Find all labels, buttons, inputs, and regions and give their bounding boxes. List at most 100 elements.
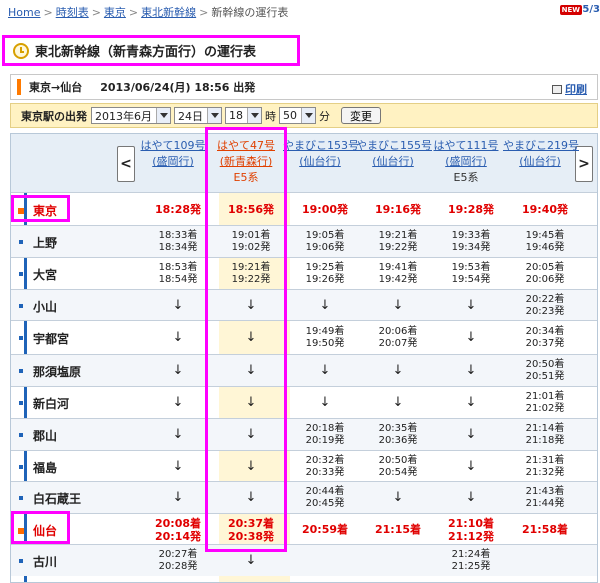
train-name[interactable]: はやて109号 bbox=[136, 138, 210, 154]
time-cell: ↓ bbox=[288, 299, 362, 312]
route-datetime: 2013/06/24(月) 18:56 出発 bbox=[100, 81, 256, 94]
time-cell: 19:49着 19:50発 bbox=[288, 326, 362, 350]
time-value: 19:42発 bbox=[378, 274, 418, 285]
page-indicator[interactable]: 5/3 bbox=[582, 4, 600, 15]
breadcrumb-tohoku-shinkansen[interactable]: 東北新幹線 bbox=[141, 6, 196, 19]
station-marker bbox=[19, 369, 23, 373]
train-header[interactable]: やまびこ219号 (仙台行) bbox=[503, 138, 579, 170]
hour-select[interactable]: 18 bbox=[225, 107, 262, 124]
time-value: ↓ bbox=[319, 395, 331, 410]
train-destination[interactable]: (盛岡行) bbox=[429, 154, 503, 170]
train-header[interactable]: やまびこ155号 (仙台行) bbox=[356, 138, 432, 170]
time-cell: 21:24着 21:25発 bbox=[434, 549, 508, 573]
time-cell: ↓ bbox=[434, 491, 508, 504]
time-cell: 20:44着 20:45発 bbox=[288, 486, 362, 510]
time-value: 19:34発 bbox=[451, 242, 491, 253]
breadcrumb-home[interactable]: Home bbox=[8, 6, 40, 19]
time-value: ↓ bbox=[465, 427, 477, 442]
time-cell: ↓ bbox=[361, 490, 435, 505]
station-name: 宇都宮 bbox=[33, 332, 70, 346]
time-value: 18:53着 bbox=[158, 262, 198, 273]
train-name[interactable]: はやて111号 bbox=[429, 138, 503, 154]
station-marker bbox=[19, 240, 23, 244]
time-cell: ↓ bbox=[214, 554, 288, 567]
time-value: 20:36発 bbox=[378, 435, 418, 446]
new-badge: NEW bbox=[559, 5, 582, 15]
prev-trains-button[interactable]: < bbox=[117, 146, 135, 182]
time-value: 20:06発 bbox=[525, 274, 565, 285]
train-name[interactable]: やまびこ219号 bbox=[503, 138, 579, 154]
time-cell: ↓ bbox=[141, 331, 215, 344]
minute-select[interactable]: 50 bbox=[279, 107, 316, 124]
time-cell: ↓ bbox=[434, 299, 508, 312]
time-cell: 19:05着 19:06発 bbox=[288, 230, 362, 254]
time-value: 20:27着 bbox=[158, 549, 198, 560]
time-cell: ↓ bbox=[434, 427, 508, 442]
breadcrumb-timetable[interactable]: 時刻表 bbox=[56, 6, 89, 19]
time-cell: 20:08着 20:14発 bbox=[141, 517, 215, 543]
time-cell: ↓ bbox=[141, 396, 215, 409]
chevron-down-icon bbox=[301, 108, 315, 123]
station-row: 白石蔵王 ↓ ↓ 20:44着 20:45発 ↓ ↓ 21:43着 21:44発 bbox=[11, 481, 597, 513]
train-header[interactable]: やまびこ153号 (仙台行) bbox=[283, 138, 359, 170]
train-name[interactable]: やまびこ155号 bbox=[356, 138, 432, 154]
time-value: 19:28発 bbox=[447, 203, 494, 216]
month-select[interactable]: 2013年6月 bbox=[91, 107, 171, 124]
time-value: 19:40発 bbox=[521, 203, 568, 216]
time-value: ↓ bbox=[465, 330, 477, 345]
time-value: 20:44着 bbox=[305, 486, 345, 497]
time-value: 20:34着 bbox=[525, 326, 565, 337]
print-link[interactable]: 印刷 bbox=[552, 81, 587, 97]
time-value: 19:16発 bbox=[374, 203, 421, 216]
time-cell: ↓ bbox=[288, 364, 362, 377]
station-row: 古川 20:27着 20:28発 ↓ 21:24着 21:25発 bbox=[11, 544, 597, 576]
time-cell: ↓ bbox=[434, 460, 508, 473]
train-destination[interactable]: (仙台行) bbox=[283, 154, 357, 170]
train-destination[interactable]: (盛岡行) bbox=[136, 154, 210, 170]
time-value: 20:06着 bbox=[378, 326, 418, 337]
time-cell: 21:15着 bbox=[361, 523, 435, 536]
highlight-box-train bbox=[205, 127, 287, 552]
highlight-box-origin bbox=[11, 195, 70, 222]
route-header: 東京→仙台 2013/06/24(月) 18:56 出発 印刷 bbox=[10, 74, 598, 100]
time-value: 21:24着 bbox=[451, 549, 491, 560]
day-select[interactable]: 24日 bbox=[174, 107, 222, 124]
breadcrumb-tokyo[interactable]: 東京 bbox=[104, 6, 126, 19]
station-marker bbox=[19, 272, 23, 276]
station-name: 白石蔵王 bbox=[33, 492, 82, 506]
change-button[interactable]: 変更 bbox=[341, 107, 381, 124]
time-value: 18:28発 bbox=[154, 203, 201, 216]
station-row: 上野 18:33着 18:34発 19:01着 19:02発 19:05着 19:06発 19… bbox=[11, 225, 597, 257]
time-value: 20:50着 bbox=[378, 455, 418, 466]
train-destination[interactable]: (仙台行) bbox=[503, 154, 577, 170]
train-header[interactable]: はやて109号 (盛岡行) bbox=[136, 138, 210, 170]
time-value: ↓ bbox=[392, 490, 404, 505]
time-cell: 18:33着 18:34発 bbox=[141, 230, 215, 254]
station-row: 大宮 18:53着 18:54発 19:21着 19:22発 19:25着 19:26発 19… bbox=[11, 257, 597, 289]
train-header[interactable]: はやて111号 (盛岡行) E5系 bbox=[429, 138, 503, 186]
time-cell: ↓ bbox=[361, 299, 435, 312]
time-value: ↓ bbox=[172, 459, 184, 474]
time-cell: 20:27着 20:28発 bbox=[141, 549, 215, 573]
time-value: 19:49着 bbox=[305, 326, 345, 337]
station-name: 上野 bbox=[33, 236, 58, 250]
time-value: 19:05着 bbox=[305, 230, 345, 241]
time-value: 21:43着 bbox=[525, 486, 565, 497]
time-value: ↓ bbox=[172, 427, 184, 442]
time-cell: ↓ bbox=[434, 330, 508, 345]
time-cell: 20:22着 20:23発 bbox=[508, 294, 582, 318]
station-row: 小山 ↓ ↓ ↓ ↓ ↓ 20:22着 20:23発 bbox=[11, 289, 597, 320]
time-value: 20:19発 bbox=[305, 435, 345, 446]
train-destination[interactable]: (仙台行) bbox=[356, 154, 430, 170]
time-value: 20:33発 bbox=[305, 467, 345, 478]
station-row: 宇都宮 ↓ ↓ 19:49着 19:50発 20:06着 20:07発 ↓ 20:34着 20:3… bbox=[11, 320, 597, 354]
time-value: 19:25着 bbox=[305, 262, 345, 273]
time-cell: ↓ bbox=[141, 427, 215, 442]
train-name[interactable]: やまびこ153号 bbox=[283, 138, 359, 154]
time-cell: 20:06着 20:07発 bbox=[361, 326, 435, 350]
time-value: 21:10着 bbox=[447, 517, 494, 530]
time-cell: 21:14着 21:18発 bbox=[508, 423, 582, 447]
station-marker bbox=[19, 303, 23, 308]
breadcrumb-current: 新幹線の運行表 bbox=[211, 6, 289, 19]
time-cell: 19:45着 19:46発 bbox=[508, 230, 582, 254]
